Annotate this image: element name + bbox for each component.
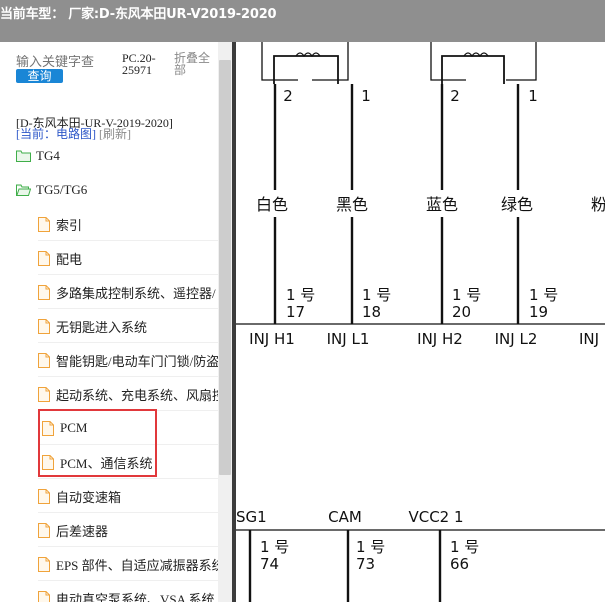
- file-icon: [38, 250, 50, 266]
- file-icon: [38, 556, 50, 572]
- tree-label: 智能钥匙/电动车门门锁/防盗: [56, 353, 220, 369]
- wire-color-label: 粉: [591, 195, 605, 214]
- wire-number: 17: [286, 303, 305, 321]
- wiring-diagram-svg: 2 1 2 1 白色 黑色 蓝色 绿色 粉 1 号 17 1 号 18 1 号 …: [236, 42, 605, 602]
- file-icon: [38, 488, 50, 504]
- wire-number: 18: [362, 303, 381, 321]
- wire-number-label: 1 号: [529, 286, 558, 304]
- wire-color-label: 白色: [256, 195, 288, 214]
- pcm-pin-label: INJ H2: [417, 330, 463, 348]
- pin-number: 2: [283, 87, 293, 105]
- wire-number-label: 1 号: [286, 286, 315, 304]
- tree-item-multiplex[interactable]: 多路集成控制系统、遥控器/: [38, 275, 216, 309]
- folder-open-icon: [16, 184, 32, 196]
- wire-color-label: 蓝色: [426, 195, 458, 214]
- pin-number: 1: [361, 87, 371, 105]
- tree-item-smart-key[interactable]: 智能钥匙/电动车门门锁/防盗: [38, 343, 219, 377]
- tree-item-keyless-entry[interactable]: 无钥匙进入系统: [38, 309, 147, 343]
- wire-number: 73: [356, 555, 375, 573]
- lower-pin-label: CAM: [328, 508, 362, 526]
- wire-color-label: 绿色: [501, 195, 533, 214]
- lower-pin-label: VCC2 1: [408, 508, 463, 526]
- tree-label: TG4: [36, 148, 60, 163]
- tree-label: 后差速器: [56, 523, 109, 539]
- wire-number-label: 1 号: [450, 538, 479, 556]
- tree-label: 多路集成控制系统、遥控器/: [56, 285, 216, 301]
- file-icon: [38, 216, 50, 232]
- wire-number: 19: [529, 303, 548, 321]
- tree-label: 起动系统、充电系统、风扇控: [56, 387, 226, 403]
- pcm-pin-label: INJ L2: [495, 330, 538, 348]
- tree-item-rear-differential[interactable]: 后差速器: [38, 513, 108, 547]
- file-icon: [38, 284, 50, 300]
- file-icon: [38, 590, 50, 602]
- tree-label: 电动真空泵系统、VSA 系统: [56, 591, 215, 602]
- file-icon: [38, 522, 50, 538]
- tree-item-index[interactable]: 索引: [38, 207, 82, 241]
- wiring-diagram: 2 1 2 1 白色 黑色 蓝色 绿色 粉 1 号 17 1 号 18 1 号 …: [236, 42, 605, 602]
- tree-item-eps[interactable]: EPS 部件、自适应减振器系统: [38, 547, 225, 581]
- injector-box-2: [430, 42, 466, 81]
- highlight-annotation: [38, 409, 157, 477]
- file-icon: [38, 318, 50, 334]
- tree-item-power-distribution[interactable]: 配电: [38, 241, 82, 275]
- collapse-all-link[interactable]: 折叠全部: [174, 52, 218, 76]
- lower-pin-label: SG1: [236, 508, 267, 526]
- search-button[interactable]: 查询: [16, 69, 63, 83]
- file-icon: [38, 352, 50, 368]
- pin-number: 1: [528, 87, 538, 105]
- file-icon: [38, 386, 50, 402]
- wire-number: 66: [450, 555, 469, 573]
- pcm-pin-label: INJ H1: [249, 330, 295, 348]
- pin-number: 2: [450, 87, 460, 105]
- wire-number-label: 1 号: [356, 538, 385, 556]
- sidebar-scrollbar-thumb[interactable]: [219, 60, 231, 475]
- pcm-pin-label: INJ L1: [327, 330, 370, 348]
- wire-number: 74: [260, 555, 279, 573]
- window-title: 当前车型： 厂家:D-东风本田UR-V2019-2020: [0, 7, 277, 22]
- title-bar: 当前车型： 厂家:D-东风本田UR-V2019-2020: [0, 0, 605, 42]
- wire-number: 20: [452, 303, 471, 321]
- tree-item-automatic-transmission[interactable]: 自动变速箱: [38, 479, 121, 513]
- pc-code-label: PC.20-25971: [122, 51, 156, 77]
- tree-label: TG5/TG6: [36, 182, 88, 197]
- injector-box-1: [261, 42, 298, 81]
- tree-folder-tg5-tg6[interactable]: TG5/TG6: [16, 173, 87, 207]
- tree-label: 无钥匙进入系统: [56, 319, 148, 335]
- folder-icon: [16, 150, 31, 162]
- tree-label: 索引: [56, 217, 83, 233]
- wire-number-label: 1 号: [452, 286, 481, 304]
- wire-number-label: 1 号: [362, 286, 391, 304]
- tree-label: 配电: [56, 251, 83, 267]
- tree-label: 自动变速箱: [56, 489, 122, 505]
- wire-number-label: 1 号: [260, 538, 289, 556]
- tree-label: EPS 部件、自适应减振器系统: [56, 557, 225, 573]
- tree-folder-tg4[interactable]: TG4: [16, 139, 60, 173]
- tree-item-vacuum-pump[interactable]: 电动真空泵系统、VSA 系统: [38, 581, 215, 602]
- search-input[interactable]: [16, 55, 118, 69]
- tree-item-starting-charging[interactable]: 起动系统、充电系统、风扇控: [38, 377, 225, 411]
- pcm-pin-label: INJ: [579, 330, 599, 348]
- refresh-link[interactable]: [刷新]: [99, 127, 131, 141]
- wire-color-label: 黑色: [336, 195, 368, 214]
